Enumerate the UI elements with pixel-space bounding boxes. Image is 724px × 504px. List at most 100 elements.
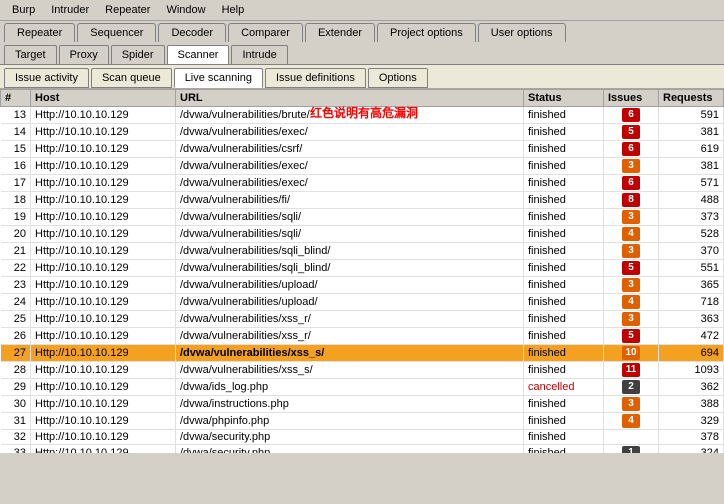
cell-number: 32 xyxy=(1,430,31,445)
table-row[interactable]: 20Http://10.10.10.129/dvwa/vulnerabiliti… xyxy=(1,226,724,243)
cell-requests: 388 xyxy=(659,396,724,413)
table-row[interactable]: 30Http://10.10.10.129/dvwa/instructions.… xyxy=(1,396,724,413)
table-row[interactable]: 27Http://10.10.10.129/dvwa/vulnerabiliti… xyxy=(1,345,724,362)
cell-issues: 4 xyxy=(604,413,659,430)
cell-requests: 591 xyxy=(659,107,724,124)
cell-number: 13 xyxy=(1,107,31,124)
cell-url: /dvwa/phpinfo.php xyxy=(176,413,524,430)
tab-issue-definitions[interactable]: Issue definitions xyxy=(265,68,366,88)
cell-requests: 362 xyxy=(659,379,724,396)
cell-number: 17 xyxy=(1,175,31,192)
cell-issues: 4 xyxy=(604,294,659,311)
cell-host: Http://10.10.10.129 xyxy=(31,396,176,413)
scan-table: 红色说明有高危漏洞 # Host URL Status Issues Reque… xyxy=(0,89,724,453)
cell-host: Http://10.10.10.129 xyxy=(31,226,176,243)
menu-window[interactable]: Window xyxy=(158,2,213,18)
menu-intruder[interactable]: Intruder xyxy=(43,2,97,18)
table-row[interactable]: 24Http://10.10.10.129/dvwa/vulnerabiliti… xyxy=(1,294,724,311)
cell-requests: 378 xyxy=(659,430,724,445)
table-row[interactable]: 21Http://10.10.10.129/dvwa/vulnerabiliti… xyxy=(1,243,724,260)
table-row[interactable]: 23Http://10.10.10.129/dvwa/vulnerabiliti… xyxy=(1,277,724,294)
main-tab-bar: Repeater Sequencer Decoder Comparer Exte… xyxy=(0,21,724,42)
cell-host: Http://10.10.10.129 xyxy=(31,141,176,158)
subtab-scanner[interactable]: Scanner xyxy=(167,45,230,64)
menu-help[interactable]: Help xyxy=(214,2,253,18)
table-row[interactable]: 13Http://10.10.10.129/dvwa/vulnerabiliti… xyxy=(1,107,724,124)
table-row[interactable]: 18Http://10.10.10.129/dvwa/vulnerabiliti… xyxy=(1,192,724,209)
tab-comparer[interactable]: Comparer xyxy=(228,23,303,42)
cell-requests: 1093 xyxy=(659,362,724,379)
tab-issue-activity[interactable]: Issue activity xyxy=(4,68,89,88)
toolbar-tab-bar: Issue activity Scan queue Live scanning … xyxy=(0,65,724,89)
tab-sequencer[interactable]: Sequencer xyxy=(77,23,156,42)
cell-status: finished xyxy=(524,260,604,277)
cell-number: 15 xyxy=(1,141,31,158)
tab-repeater[interactable]: Repeater xyxy=(4,23,75,42)
subtab-intrude[interactable]: Intrude xyxy=(231,45,287,64)
cell-status: finished xyxy=(524,141,604,158)
cell-number: 29 xyxy=(1,379,31,396)
cell-issues: 3 xyxy=(604,311,659,328)
tab-decoder[interactable]: Decoder xyxy=(158,23,226,42)
tab-scan-queue[interactable]: Scan queue xyxy=(91,68,172,88)
cell-host: Http://10.10.10.129 xyxy=(31,311,176,328)
cell-number: 24 xyxy=(1,294,31,311)
cell-number: 23 xyxy=(1,277,31,294)
cell-status: finished xyxy=(524,345,604,362)
cell-host: Http://10.10.10.129 xyxy=(31,260,176,277)
menu-burp[interactable]: Burp xyxy=(4,2,43,18)
menu-repeater[interactable]: Repeater xyxy=(97,2,158,18)
table-header-row: # Host URL Status Issues Requests xyxy=(1,90,724,107)
cell-url: /dvwa/vulnerabilities/xss_s/ xyxy=(176,362,524,379)
table-row[interactable]: 22Http://10.10.10.129/dvwa/vulnerabiliti… xyxy=(1,260,724,277)
cell-status: finished xyxy=(524,277,604,294)
cell-issues: 3 xyxy=(604,243,659,260)
tab-live-scanning[interactable]: Live scanning xyxy=(174,68,263,88)
cell-number: 31 xyxy=(1,413,31,430)
cell-url: /dvwa/vulnerabilities/exec/ xyxy=(176,124,524,141)
cell-requests: 694 xyxy=(659,345,724,362)
cell-status: finished xyxy=(524,226,604,243)
col-status: Status xyxy=(524,90,604,107)
cell-issues: 5 xyxy=(604,260,659,277)
tab-user-options[interactable]: User options xyxy=(478,23,566,42)
table-row[interactable]: 32Http://10.10.10.129/dvwa/security.phpf… xyxy=(1,430,724,445)
table-row[interactable]: 25Http://10.10.10.129/dvwa/vulnerabiliti… xyxy=(1,311,724,328)
cell-host: Http://10.10.10.129 xyxy=(31,294,176,311)
cell-host: Http://10.10.10.129 xyxy=(31,107,176,124)
table-row[interactable]: 31Http://10.10.10.129/dvwa/phpinfo.phpfi… xyxy=(1,413,724,430)
tab-extender[interactable]: Extender xyxy=(305,23,375,42)
cell-number: 28 xyxy=(1,362,31,379)
cell-number: 18 xyxy=(1,192,31,209)
subtab-spider[interactable]: Spider xyxy=(111,45,165,64)
col-number: # xyxy=(1,90,31,107)
cell-url: /dvwa/vulnerabilities/upload/ xyxy=(176,294,524,311)
cell-number: 22 xyxy=(1,260,31,277)
table-row[interactable]: 14Http://10.10.10.129/dvwa/vulnerabiliti… xyxy=(1,124,724,141)
cell-number: 20 xyxy=(1,226,31,243)
tab-project-options[interactable]: Project options xyxy=(377,23,476,42)
cell-host: Http://10.10.10.129 xyxy=(31,362,176,379)
table-row[interactable]: 16Http://10.10.10.129/dvwa/vulnerabiliti… xyxy=(1,158,724,175)
cell-requests: 373 xyxy=(659,209,724,226)
cell-url: /dvwa/security.php xyxy=(176,430,524,445)
cell-requests: 370 xyxy=(659,243,724,260)
table-row[interactable]: 19Http://10.10.10.129/dvwa/vulnerabiliti… xyxy=(1,209,724,226)
subtab-target[interactable]: Target xyxy=(4,45,57,64)
cell-issues: 5 xyxy=(604,124,659,141)
cell-issues: 10 xyxy=(604,345,659,362)
cell-host: Http://10.10.10.129 xyxy=(31,175,176,192)
cell-status: finished xyxy=(524,362,604,379)
table-row[interactable]: 29Http://10.10.10.129/dvwa/ids_log.phpca… xyxy=(1,379,724,396)
table-row[interactable]: 28Http://10.10.10.129/dvwa/vulnerabiliti… xyxy=(1,362,724,379)
table-row[interactable]: 17Http://10.10.10.129/dvwa/vulnerabiliti… xyxy=(1,175,724,192)
subtab-proxy[interactable]: Proxy xyxy=(59,45,109,64)
cell-requests: 472 xyxy=(659,328,724,345)
table-row[interactable]: 26Http://10.10.10.129/dvwa/vulnerabiliti… xyxy=(1,328,724,345)
table-row[interactable]: 15Http://10.10.10.129/dvwa/vulnerabiliti… xyxy=(1,141,724,158)
table-row[interactable]: 33Http://10.10.10.129/dvwa/security.phpf… xyxy=(1,445,724,454)
cell-status: finished xyxy=(524,158,604,175)
cell-issues: 3 xyxy=(604,277,659,294)
cell-host: Http://10.10.10.129 xyxy=(31,158,176,175)
tab-options[interactable]: Options xyxy=(368,68,428,88)
